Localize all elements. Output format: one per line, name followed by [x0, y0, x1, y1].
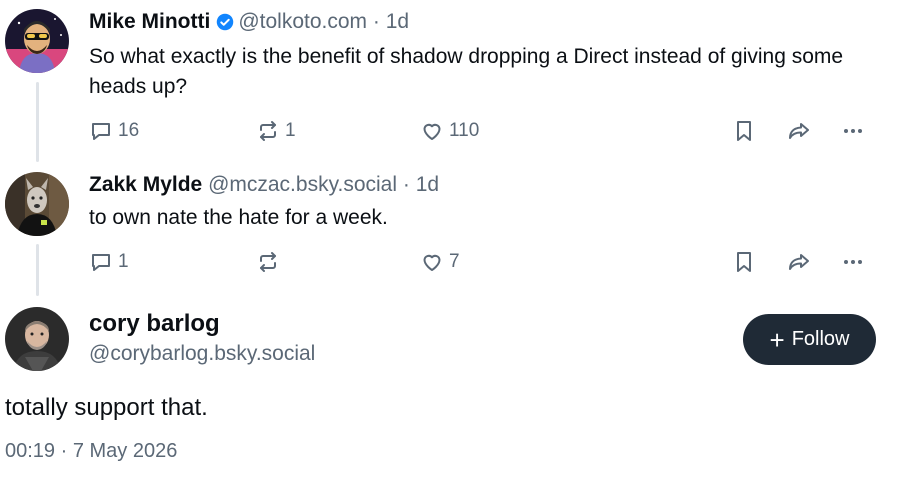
thread-view: Mike Minotti @tolkoto.com · 1d So what ex… [0, 0, 900, 477]
like-icon [423, 123, 441, 140]
repost-count: 1 [285, 120, 296, 141]
more-options-button[interactable] [841, 118, 865, 144]
main-author-handle[interactable]: @corybarlog.bsky.social [89, 342, 315, 366]
post-actions: 16 1 110 [89, 118, 879, 144]
bookmark-icon [737, 252, 751, 272]
plus-icon: + [769, 324, 785, 355]
reply-count: 1 [118, 251, 129, 272]
main-post-text: totally support that. [5, 394, 208, 421]
separator: · [372, 10, 380, 33]
avatar-cory-barlog[interactable] [5, 307, 69, 371]
post-header: Zakk Mylde @mczac.bsky.social · 1d [89, 172, 439, 198]
author-handle[interactable]: @mczac.bsky.social [208, 173, 397, 196]
thread-connector [36, 82, 39, 162]
follow-label: Follow [791, 328, 850, 350]
repost-icon [260, 252, 276, 272]
post-text: So what exactly is the benefit of shadow… [89, 45, 844, 98]
bookmark-icon [737, 121, 751, 141]
author-name[interactable]: Zakk Mylde [89, 173, 202, 196]
avatar-zakk-mylde[interactable] [5, 172, 69, 236]
reply-icon [92, 123, 110, 140]
repost-button[interactable] [256, 249, 285, 275]
bookmark-button[interactable] [732, 118, 756, 144]
author-handle[interactable]: @tolkoto.com [238, 10, 367, 33]
post-time[interactable]: 1d [416, 173, 439, 196]
share-button[interactable] [787, 118, 811, 144]
repost-button[interactable]: 1 [256, 118, 296, 144]
separator: · [402, 173, 410, 196]
main-post-timestamp[interactable]: 00:19 · 7 May 2026 [5, 440, 177, 463]
like-count: 7 [449, 251, 460, 272]
reply-icon [92, 254, 110, 271]
more-icon [844, 129, 862, 133]
share-icon [789, 254, 809, 270]
reply-button[interactable]: 16 [89, 118, 139, 144]
post-time[interactable]: 1d [386, 10, 409, 33]
reply-count: 16 [118, 120, 140, 141]
reply-button[interactable]: 1 [89, 249, 129, 275]
post-header: Mike Minotti @tolkoto.com · 1d [89, 9, 409, 35]
more-options-button[interactable] [841, 249, 865, 275]
share-button[interactable] [787, 249, 811, 275]
bookmark-button[interactable] [732, 249, 756, 275]
more-icon [844, 260, 862, 264]
thread-connector [36, 244, 39, 296]
like-button[interactable]: 110 [420, 118, 479, 144]
avatar-mike-minotti[interactable] [5, 9, 69, 73]
follow-button[interactable]: + Follow [743, 314, 876, 365]
post-text: to own nate the hate for a week. [89, 206, 388, 229]
author-name[interactable]: Mike Minotti [89, 10, 210, 33]
like-button[interactable]: 7 [420, 249, 460, 275]
post-actions: 1 7 [89, 249, 879, 275]
like-count: 110 [449, 120, 480, 141]
repost-icon [260, 121, 276, 141]
verified-icon [217, 13, 234, 31]
share-icon [789, 123, 809, 139]
like-icon [423, 254, 441, 271]
main-author-name[interactable]: cory barlog [89, 310, 220, 338]
